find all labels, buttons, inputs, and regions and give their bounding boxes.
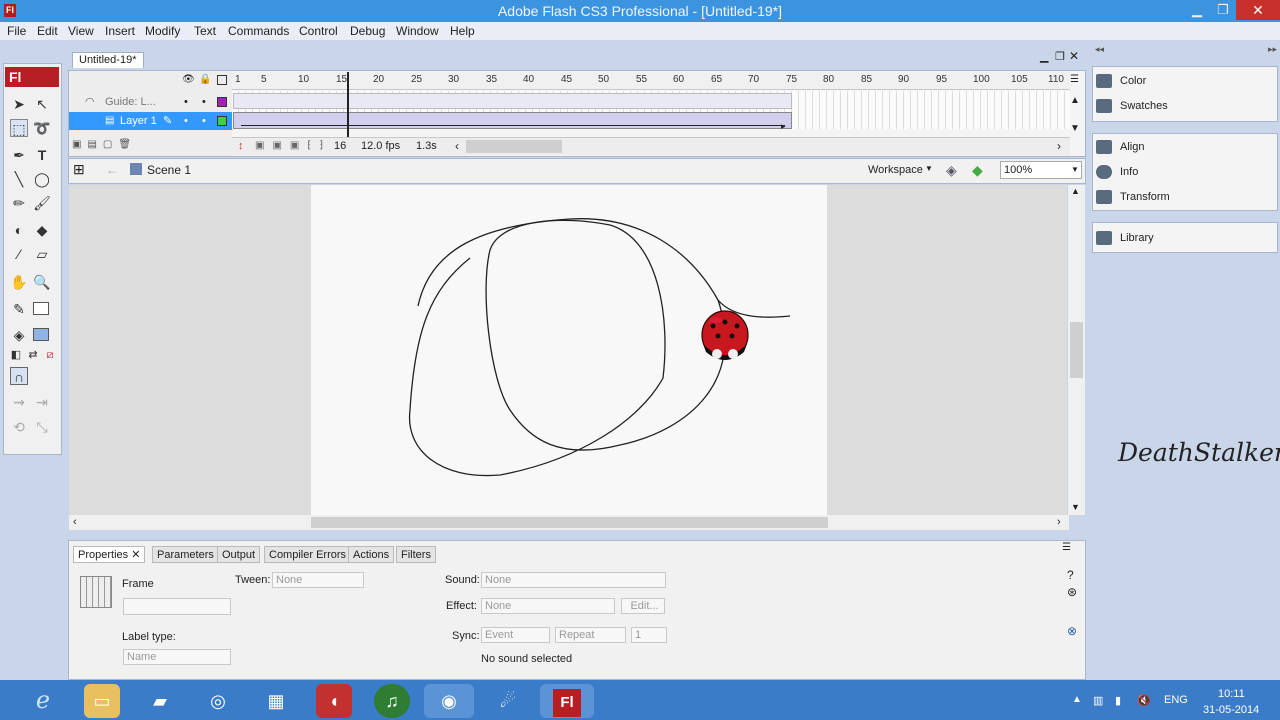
audio-editor-icon[interactable]: ◖: [316, 684, 352, 718]
tween-select[interactable]: None: [272, 572, 364, 588]
no-sound-text: No sound selected: [481, 653, 573, 665]
tab-compiler-errors[interactable]: Compiler Errors: [264, 546, 352, 563]
stage-vscroll-thumb[interactable]: [1070, 322, 1083, 378]
repeat-select[interactable]: Repeat: [555, 627, 626, 643]
tray-date[interactable]: 31-05-2014: [1203, 704, 1259, 716]
taskbar: [0, 680, 1280, 720]
frame-label: Frame: [122, 578, 154, 590]
effect-label: Effect:: [446, 600, 477, 612]
frame-label-input[interactable]: [123, 598, 231, 615]
info-icon: [1096, 165, 1112, 180]
transform-icon: [1096, 190, 1112, 205]
expand-arrows-icon[interactable]: ▸▸: [1268, 44, 1277, 55]
close-icon[interactable]: ✕: [131, 549, 140, 561]
chrome-icon[interactable]: ◉: [424, 684, 474, 718]
sound-select[interactable]: None: [481, 572, 666, 588]
sound-label: Sound:: [445, 574, 480, 586]
tab-filters[interactable]: Filters: [396, 546, 436, 563]
tray-language[interactable]: ENG: [1164, 694, 1188, 706]
network-app-icon[interactable]: ▰: [142, 684, 178, 718]
tab-properties[interactable]: Properties ✕: [73, 546, 146, 563]
tray-time[interactable]: 10:11: [1218, 688, 1245, 700]
panel-library[interactable]: Library: [1096, 227, 1154, 249]
label-type-select[interactable]: Name: [123, 649, 231, 665]
tray-arrow-icon[interactable]: ▲: [1072, 694, 1082, 705]
tab-output[interactable]: Output: [217, 546, 261, 563]
scroll-down-icon[interactable]: ▼: [1071, 502, 1080, 512]
panel-info[interactable]: Info: [1096, 161, 1138, 183]
label-type-label: Label type:: [122, 631, 176, 643]
media-player-icon[interactable]: ◎: [200, 684, 236, 718]
gimp-icon[interactable]: ☄: [490, 684, 526, 718]
accessibility-icon[interactable]: ⊛: [1067, 585, 1077, 599]
tray-volume-icon[interactable]: 🔇: [1137, 694, 1151, 707]
panel-color[interactable]: Color: [1096, 70, 1146, 92]
internet-explorer-icon[interactable]: ℯ: [25, 684, 61, 718]
frame-icon: [80, 576, 112, 608]
sync-select[interactable]: Event: [481, 627, 550, 643]
tray-network-icon[interactable]: ▥: [1093, 694, 1103, 707]
music-player-icon[interactable]: ♫: [374, 684, 410, 718]
effect-select[interactable]: None: [481, 598, 615, 614]
watermark: DeathStalker: [1118, 438, 1280, 467]
tab-actions[interactable]: Actions: [348, 546, 395, 563]
panel-options-icon[interactable]: ☰: [1062, 542, 1071, 553]
scroll-right-icon[interactable]: ›: [1057, 516, 1061, 528]
repeat-count-input[interactable]: 1: [631, 627, 667, 643]
edit-button[interactable]: Edit...: [621, 598, 665, 614]
expand-icon[interactable]: ⊗: [1067, 624, 1077, 638]
panel-transform[interactable]: Transform: [1096, 186, 1170, 208]
sync-label: Sync:: [452, 630, 480, 642]
scroll-left-icon[interactable]: ‹: [73, 516, 77, 528]
panel-swatches[interactable]: Swatches: [1096, 95, 1168, 117]
tab-parameters[interactable]: Parameters: [152, 546, 219, 563]
tray-signal-icon[interactable]: ▮: [1115, 694, 1121, 707]
video-editor-icon[interactable]: ▦: [258, 684, 294, 718]
ladybug-symbol[interactable]: [700, 308, 752, 364]
tween-label: Tween:: [235, 574, 271, 586]
color-icon: [1096, 74, 1112, 89]
panel-align[interactable]: Align: [1096, 136, 1144, 158]
collapse-arrows-icon[interactable]: ◂◂: [1095, 44, 1104, 55]
flash-taskbar-icon[interactable]: Fl: [540, 684, 594, 718]
align-icon: [1096, 140, 1112, 155]
help-icon[interactable]: ?: [1067, 568, 1074, 582]
scroll-up-icon[interactable]: ▲: [1071, 186, 1080, 196]
tab-label: Properties: [78, 549, 129, 561]
stage-hscroll-thumb[interactable]: [311, 517, 828, 528]
file-explorer-icon[interactable]: ▭: [84, 684, 120, 718]
swatches-icon: [1096, 99, 1112, 114]
library-icon: [1096, 231, 1112, 246]
